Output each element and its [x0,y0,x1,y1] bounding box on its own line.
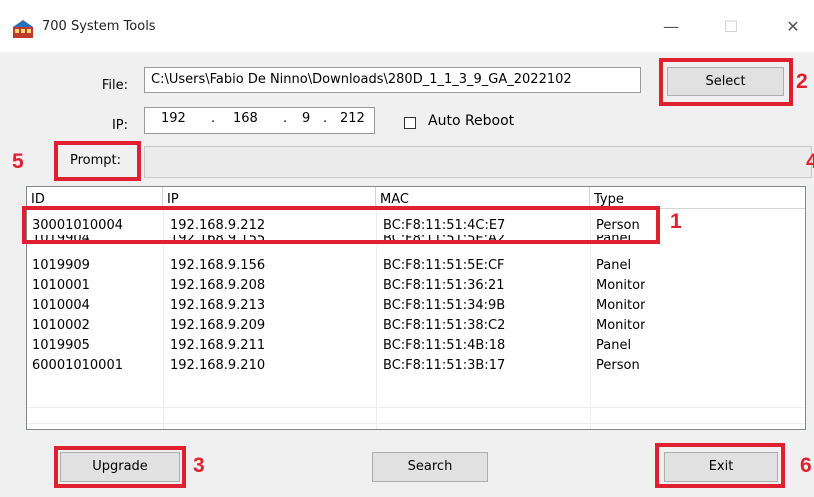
cell-ip: 192.168.9.213 [170,298,266,313]
file-label: File: [101,78,128,93]
annotation-box-select [659,58,793,106]
cell-ip: 192.168.9.208 [170,278,266,293]
ip-dot-1: . [211,111,216,126]
cell-ip: 192.168.9.156 [170,258,266,273]
ip-label: IP: [111,118,128,133]
minimize-button[interactable]: — [656,14,686,40]
prompt-display [144,146,812,178]
annotation-box-exit [655,443,785,488]
cell-id: 1010002 [32,318,90,333]
cell-id: 60001010001 [32,358,123,373]
annotation-box-upgrade [54,446,186,488]
grid-line [27,407,805,408]
table-row[interactable]: 1019905 192.168.9.211 BC:F8:11:51:4B:18 … [27,336,805,356]
annotation-box-prompt [54,141,141,181]
ip-dot-2: . [283,111,288,126]
ip-dot-3: . [323,111,328,126]
cell-id: 1019909 [32,258,90,273]
app-window: 700 System Tools — ☐ ✕ File: C:\Users\Fa… [0,0,814,497]
annotation-number-4: 4 [806,150,814,173]
cell-id: 1010004 [32,298,90,313]
table-row[interactable]: 1019909 192.168.9.156 BC:F8:11:51:5E:CF … [27,256,805,276]
ip-octet-3: 9 [302,111,311,126]
cell-type: Monitor [596,318,646,333]
annotation-number-2: 2 [796,70,808,93]
cell-mac: BC:F8:11:51:4B:18 [383,338,506,353]
cell-type: Monitor [596,298,646,313]
window-title: 700 System Tools [42,19,156,34]
table-row[interactable]: 60001010001 192.168.9.210 BC:F8:11:51:3B… [27,356,805,376]
table-row[interactable]: 1010001 192.168.9.208 BC:F8:11:51:36:21 … [27,276,805,296]
file-path-field[interactable]: C:\Users\Fabio De Ninno\Downloads\280D_1… [144,67,641,93]
annotation-number-5: 5 [12,150,24,173]
cell-ip: 192.168.9.211 [170,338,266,353]
cell-id: 1010001 [32,278,90,293]
cell-type: Monitor [596,278,646,293]
title-bar: 700 System Tools — ☐ ✕ [0,0,814,52]
annotation-number-1: 1 [670,210,682,233]
cell-mac: BC:F8:11:51:3B:17 [383,358,506,373]
ip-octet-1: 192 [161,111,186,126]
cell-mac: BC:F8:11:51:5E:CF [383,258,505,273]
cell-mac: BC:F8:11:51:38:C2 [383,318,506,333]
cell-ip: 192.168.9.210 [170,358,266,373]
table-row[interactable]: 1010002 192.168.9.209 BC:F8:11:51:38:C2 … [27,316,805,336]
close-button[interactable]: ✕ [778,14,808,40]
annotation-number-6: 6 [800,454,812,477]
ip-address-field[interactable]: 192 . 168 . 9 . 212 [144,107,375,134]
search-button[interactable]: Search [372,452,488,482]
auto-reboot-checkbox[interactable] [404,117,416,129]
annotation-box-first-row [22,206,660,244]
cell-ip: 192.168.9.209 [170,318,266,333]
table-row[interactable]: 1010004 192.168.9.213 BC:F8:11:51:34:9B … [27,296,805,316]
cell-mac: BC:F8:11:51:34:9B [383,298,506,313]
cell-type: Panel [596,338,632,353]
cell-id: 1019905 [32,338,90,353]
cell-type: Person [596,358,640,373]
grid-line [27,423,805,424]
auto-reboot-label: Auto Reboot [428,113,515,129]
cell-type: Panel [596,258,632,273]
ip-octet-2: 168 [233,111,258,126]
ip-octet-4: 212 [340,111,365,126]
app-icon [13,20,33,38]
annotation-number-3: 3 [193,454,205,477]
maximize-button[interactable]: ☐ [716,14,746,40]
cell-mac: BC:F8:11:51:36:21 [383,278,505,293]
file-path-value: C:\Users\Fabio De Ninno\Downloads\280D_1… [151,72,572,87]
